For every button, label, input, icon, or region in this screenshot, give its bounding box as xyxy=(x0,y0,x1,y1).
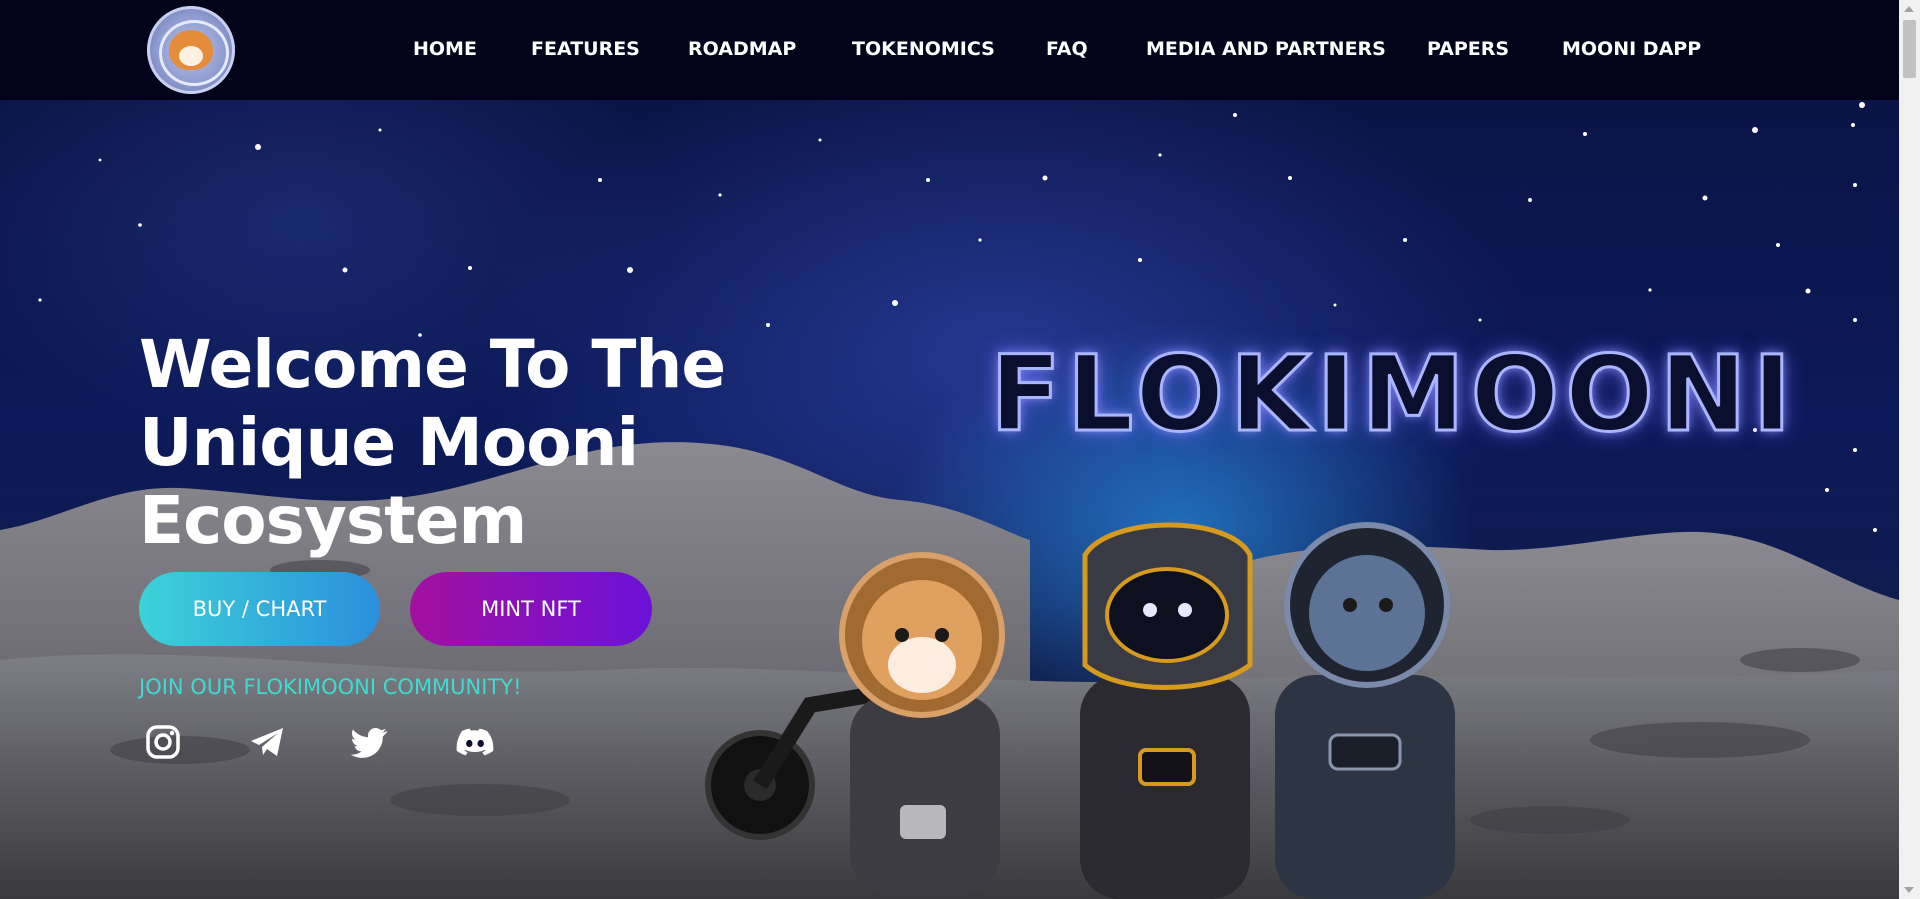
blue-astronaut xyxy=(1275,522,1455,899)
community-heading: JOIN OUR FLOKIMOONI COMMUNITY! xyxy=(139,675,522,699)
nav-menu: HOME FEATURES ROADMAP TOKENOMICS FAQ MED… xyxy=(0,0,1899,100)
headline-line-1: Welcome To The xyxy=(139,326,726,403)
nav-tokenomics[interactable]: TOKENOMICS xyxy=(852,38,995,60)
page-scrollbar[interactable] xyxy=(1899,0,1920,899)
nav-home[interactable]: HOME xyxy=(413,38,477,60)
headline-line-2: Unique Mooni xyxy=(139,404,639,481)
twitter-icon[interactable] xyxy=(350,722,390,762)
hero-headline: Welcome To The Unique Mooni Ecosystem xyxy=(139,326,739,560)
astronaut-characters-illustration xyxy=(705,522,1455,899)
top-navbar: HOME FEATURES ROADMAP TOKENOMICS FAQ MED… xyxy=(0,0,1899,100)
mint-nft-button[interactable]: MINT NFT xyxy=(410,572,652,646)
instagram-icon[interactable] xyxy=(143,722,183,762)
nav-faq[interactable]: FAQ xyxy=(1046,38,1088,60)
nav-mooni-dapp[interactable]: MOONI DAPP xyxy=(1562,38,1701,60)
nav-roadmap[interactable]: ROADMAP xyxy=(688,38,796,60)
nav-media-and-partners[interactable]: MEDIA AND PARTNERS xyxy=(1146,38,1386,60)
scroll-up-arrow-icon[interactable] xyxy=(1904,6,1914,12)
scrollbar-thumb[interactable] xyxy=(1903,20,1916,78)
nav-features[interactable]: FEATURES xyxy=(531,38,640,60)
nav-papers[interactable]: PAPERS xyxy=(1427,38,1509,60)
flokimooni-brand-logo: FLOKIMOONI xyxy=(989,332,1798,457)
scroll-down-arrow-icon[interactable] xyxy=(1904,887,1914,893)
shiba-astronaut xyxy=(839,552,1005,895)
discord-icon[interactable] xyxy=(455,722,495,762)
knight-astronaut xyxy=(1080,522,1253,899)
hero-section: FLOKIMOONI Welcome To The Unique Mooni E… xyxy=(0,100,1899,899)
buy-chart-button[interactable]: BUY / CHART xyxy=(139,572,380,646)
telegram-icon[interactable] xyxy=(247,722,287,762)
headline-line-3: Ecosystem xyxy=(139,482,527,559)
